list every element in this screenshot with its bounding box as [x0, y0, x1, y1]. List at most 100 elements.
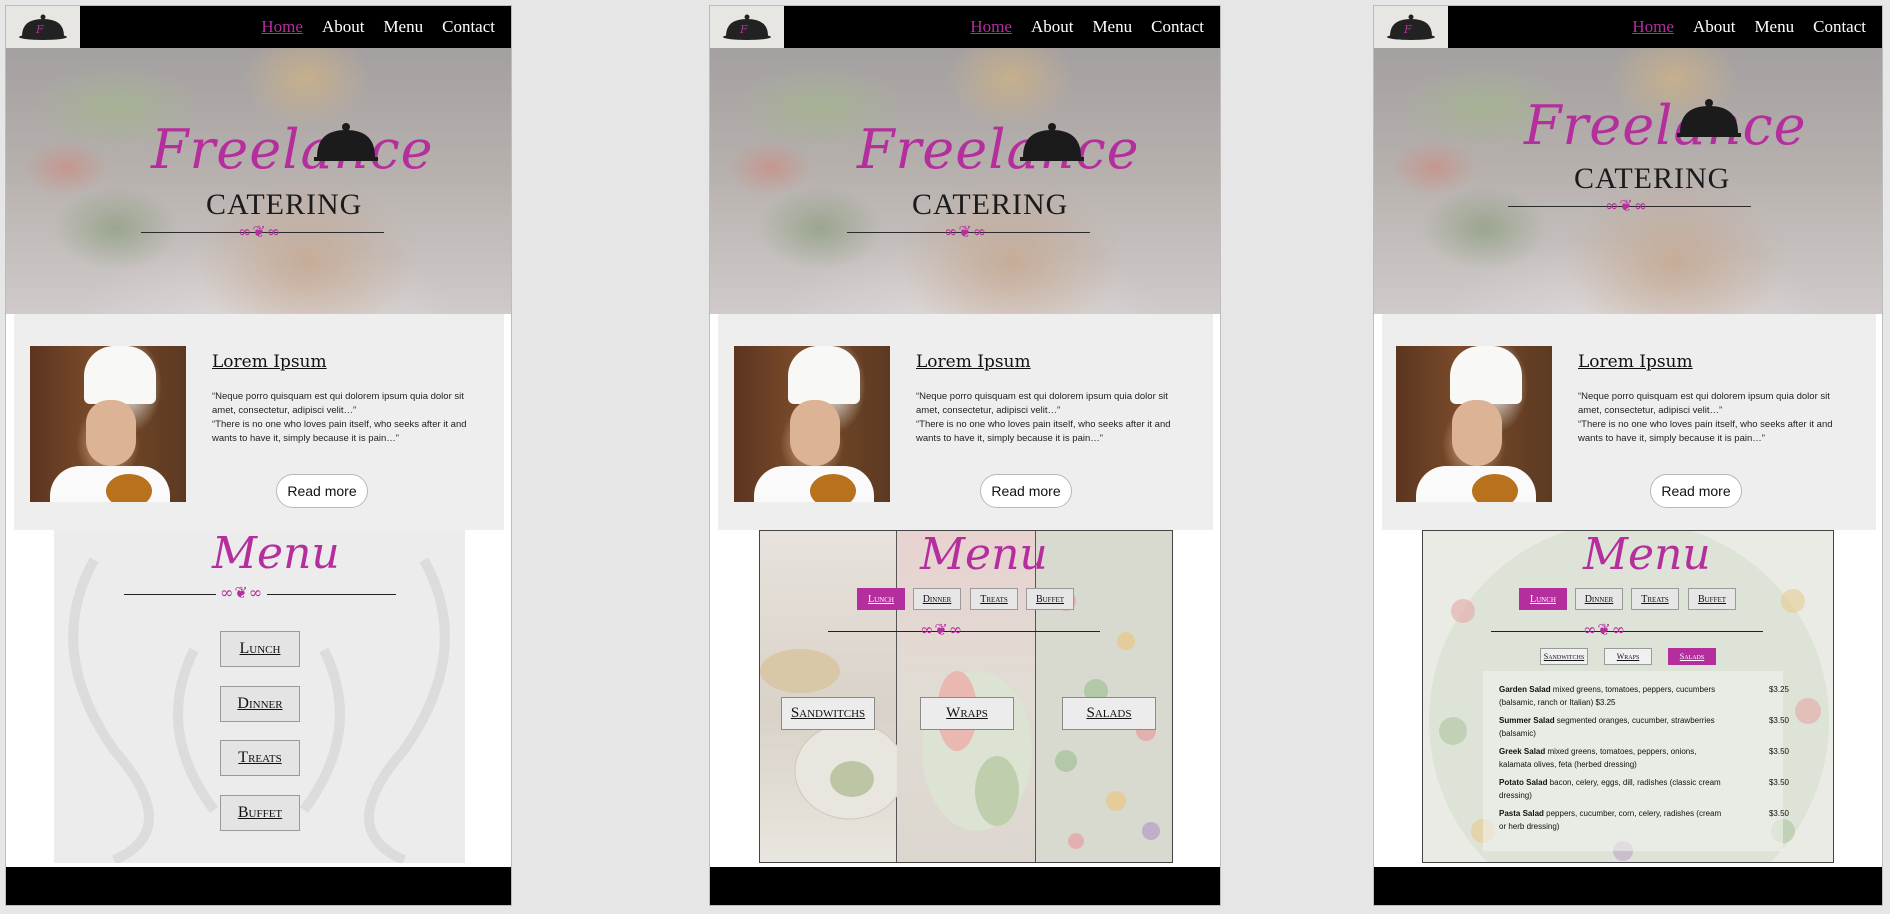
about-text: “Neque porro quisquam est qui dolorem ip…	[1578, 390, 1833, 446]
salad-price: $3.50	[1768, 778, 1789, 787]
about-quote-2: “There is no one who loves pain itself, …	[916, 419, 1171, 444]
site-logo[interactable]: F	[1374, 6, 1448, 48]
menu-flourish: ∞❦∞	[216, 583, 268, 602]
navbar: F Home About Menu Contact	[710, 6, 1220, 48]
salad-price: $3.50	[1768, 716, 1789, 725]
sandwiches-button[interactable]: Sandwitchs	[781, 697, 875, 730]
tab-treats[interactable]: Treats	[1631, 588, 1679, 610]
brand-script-text: Freelance	[857, 118, 1140, 181]
tab-dinner[interactable]: Dinner	[1575, 588, 1623, 610]
nav-about[interactable]: About	[322, 17, 365, 37]
cloche-icon: F	[1387, 14, 1435, 40]
menu-title: Menu	[1583, 530, 1711, 580]
salad-price: $3.50	[1768, 809, 1789, 818]
lunch-button[interactable]: Lunch	[220, 631, 300, 667]
salad-price: $3.25	[1768, 685, 1789, 694]
list-item: Garden Salad mixed greens, tomatoes, pep…	[1499, 683, 1789, 714]
about-section: Lorem Ipsum “Neque porro quisquam est qu…	[718, 314, 1213, 530]
brand-block-text: CATERING	[206, 188, 363, 221]
hero-banner: Freelance CATERING ∞❦∞	[1374, 48, 1882, 314]
read-more-button[interactable]: Read more	[980, 474, 1072, 508]
chef-photo	[734, 346, 890, 502]
subtab-sandwiches[interactable]: Sandwitchs	[1540, 648, 1588, 665]
subtab-salads[interactable]: Salads	[1668, 648, 1716, 665]
site-logo[interactable]: F	[710, 6, 784, 48]
nav-home[interactable]: Home	[970, 17, 1012, 37]
nav-about[interactable]: About	[1031, 17, 1074, 37]
footer	[710, 867, 1220, 905]
tab-treats[interactable]: Treats	[970, 588, 1018, 610]
treats-button[interactable]: Treats	[220, 740, 300, 776]
tab-buffet[interactable]: Buffet	[1026, 588, 1074, 610]
nav-links: Home About Menu Contact	[970, 6, 1204, 48]
tab-lunch[interactable]: Lunch	[1519, 588, 1567, 610]
brand-script-text: Freelance	[1524, 94, 1807, 157]
buffet-button[interactable]: Buffet	[220, 795, 300, 831]
nav-menu[interactable]: Menu	[383, 17, 423, 37]
menu-flourish: ∞❦∞	[1583, 620, 1627, 639]
hero-banner: Freelance CATERING ∞❦∞	[6, 48, 511, 314]
site-logo[interactable]: F	[6, 6, 80, 48]
tab-buffet[interactable]: Buffet	[1688, 588, 1736, 610]
read-more-button[interactable]: Read more	[276, 474, 368, 508]
subtab-wraps[interactable]: Wraps	[1604, 648, 1652, 665]
mockup-lunch-sections: F Home About Menu Contact Freelance CATE…	[709, 5, 1221, 906]
list-item: Pasta Salad peppers, cucumber, corn, cel…	[1499, 807, 1789, 838]
menu-section: Menu Lunch Dinner Treats Buffet ∞❦∞ Sand…	[759, 530, 1173, 863]
about-quote-1: “Neque porro quisquam est qui dolorem ip…	[916, 391, 1168, 416]
about-title: Lorem Ipsum	[916, 352, 1031, 372]
about-quote-2: “There is no one who loves pain itself, …	[1578, 419, 1833, 444]
mockup-salads-list: F Home About Menu Contact Freelance CATE…	[1373, 5, 1883, 906]
cloche-icon	[1677, 99, 1741, 137]
nav-home[interactable]: Home	[261, 17, 303, 37]
brand-script-text: Freelance	[151, 118, 434, 181]
brand-flourish: ∞❦∞	[238, 222, 282, 241]
wraps-button[interactable]: Wraps	[920, 697, 1014, 730]
footer	[1374, 867, 1882, 905]
menu-rule	[828, 631, 1100, 632]
about-section: Lorem Ipsum “Neque porro quisquam est qu…	[14, 314, 504, 530]
about-quote-1: “Neque porro quisquam est qui dolorem ip…	[212, 391, 464, 416]
nav-menu[interactable]: Menu	[1754, 17, 1794, 37]
nav-home[interactable]: Home	[1632, 17, 1674, 37]
nav-contact[interactable]: Contact	[1813, 17, 1866, 37]
cloche-icon	[1020, 123, 1084, 161]
svg-text:F: F	[739, 23, 748, 36]
list-item: Potato Salad bacon, celery, eggs, dill, …	[1499, 776, 1789, 807]
menu-flourish: ∞❦∞	[920, 620, 964, 639]
nav-contact[interactable]: Contact	[1151, 17, 1204, 37]
salad-name: Pasta Salad	[1499, 809, 1544, 818]
nav-links: Home About Menu Contact	[261, 6, 495, 48]
about-section: Lorem Ipsum “Neque porro quisquam est qu…	[1382, 314, 1876, 530]
cloche-icon	[314, 123, 378, 161]
chef-photo	[30, 346, 186, 502]
nav-links: Home About Menu Contact	[1632, 6, 1866, 48]
brand-flourish: ∞❦∞	[1605, 196, 1649, 215]
list-item: Summer Salad segmented oranges, cucumber…	[1499, 714, 1789, 745]
nav-about[interactable]: About	[1693, 17, 1736, 37]
dinner-button[interactable]: Dinner	[220, 686, 300, 722]
nav-contact[interactable]: Contact	[442, 17, 495, 37]
cloche-icon: F	[19, 14, 67, 40]
salad-name: Greek Salad	[1499, 747, 1546, 756]
brand-flourish: ∞❦∞	[944, 222, 988, 241]
about-title: Lorem Ipsum	[1578, 352, 1693, 372]
menu-rule	[1491, 631, 1763, 632]
nav-menu[interactable]: Menu	[1092, 17, 1132, 37]
footer	[6, 867, 511, 905]
menu-title: Menu	[920, 530, 1048, 580]
about-quote-1: “Neque porro quisquam est qui dolorem ip…	[1578, 391, 1830, 416]
read-more-button[interactable]: Read more	[1650, 474, 1742, 508]
salad-name: Potato Salad	[1499, 778, 1548, 787]
salad-name: Summer Salad	[1499, 716, 1555, 725]
tab-lunch[interactable]: Lunch	[857, 588, 905, 610]
about-quote-2: “There is no one who loves pain itself, …	[212, 419, 467, 444]
tab-dinner[interactable]: Dinner	[913, 588, 961, 610]
svg-text:F: F	[1403, 23, 1412, 36]
salad-price: $3.50	[1768, 747, 1789, 756]
svg-text:F: F	[35, 23, 44, 36]
about-text: “Neque porro quisquam est qui dolorem ip…	[212, 390, 467, 446]
cloche-icon: F	[723, 14, 771, 40]
about-text: “Neque porro quisquam est qui dolorem ip…	[916, 390, 1171, 446]
salads-button[interactable]: Salads	[1062, 697, 1156, 730]
